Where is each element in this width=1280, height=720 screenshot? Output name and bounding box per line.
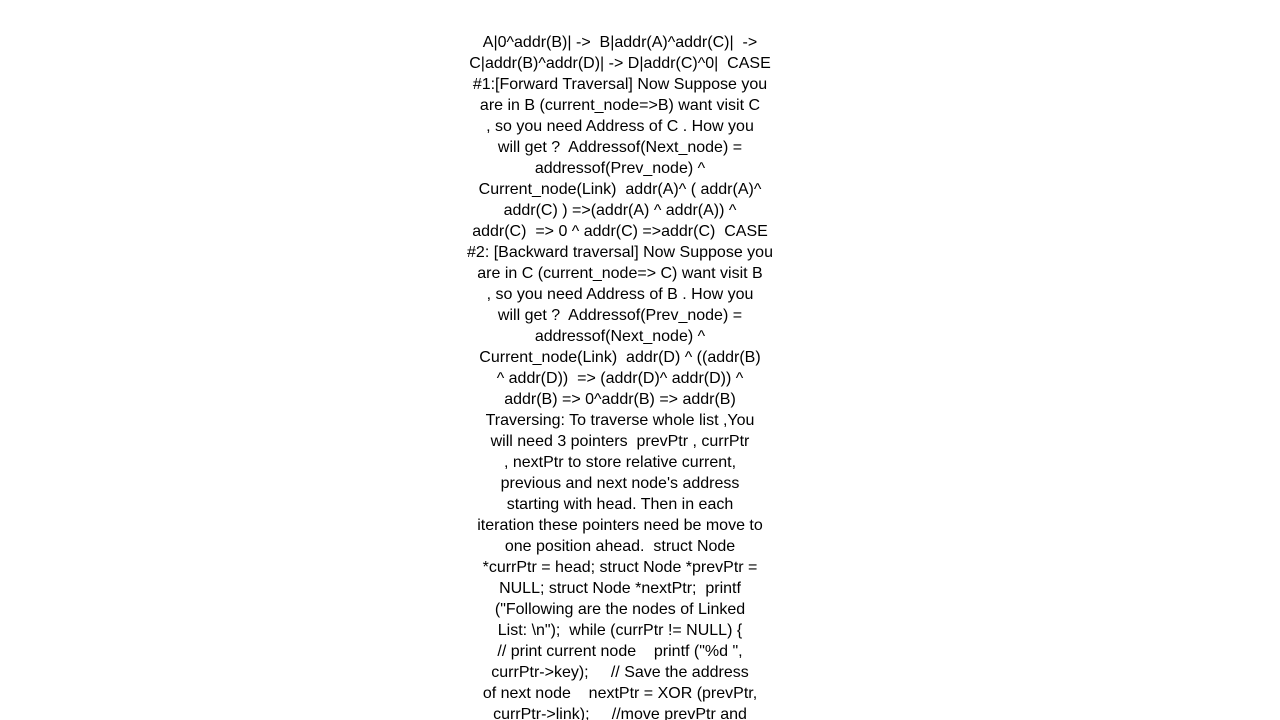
text-line: are in C (current_node=> C) want visit B xyxy=(477,265,763,282)
text-line: addr(C) ) =>(addr(A) ^ addr(A)) ^ xyxy=(503,202,737,219)
text-line: starting with head. Then in each xyxy=(506,496,734,513)
text-line: , nextPtr to store relative current, xyxy=(503,454,737,471)
text-line: will get ? Addressof(Next_node) = xyxy=(497,139,743,156)
text-line: #1:[Forward Traversal] Now Suppose you xyxy=(472,76,768,93)
text-line: currPtr->link); //move prevPtr and xyxy=(493,706,747,720)
text-line: Current_node(Link) addr(D) ^ ((addr(B) xyxy=(479,349,761,366)
text-line: ^ addr(D)) => (addr(D)^ addr(D)) ^ xyxy=(496,370,744,387)
text-line: previous and next node's address xyxy=(500,475,740,492)
text-line: of next node nextPtr = XOR (prevPtr, xyxy=(482,685,758,702)
text-line: NULL; struct Node *nextPtr; printf xyxy=(499,580,741,597)
text-line: , so you need Address of C . How you xyxy=(486,118,754,135)
text-line: List: \n"); while (currPtr != NULL) { xyxy=(497,622,743,639)
text-line: , so you need Address of B . How you xyxy=(486,286,754,303)
text-line: one position ahead. struct Node xyxy=(504,538,736,555)
text-column: A|0^addr(B)| -> B|addr(A)^addr(C)| -> C|a… xyxy=(448,0,792,720)
text-line: #2: [Backward traversal] Now Suppose you xyxy=(467,244,773,261)
article-body-text: A|0^addr(B)| -> B|addr(A)^addr(C)| -> C|a… xyxy=(448,32,792,720)
text-line: ("Following are the nodes of Linked xyxy=(494,601,746,618)
text-line: Current_node(Link) addr(A)^ ( addr(A)^ xyxy=(478,181,762,198)
text-line: *currPtr = head; struct Node *prevPtr = xyxy=(482,559,758,576)
text-line: addressof(Next_node) ^ xyxy=(534,328,706,345)
text-line: C|addr(B)^addr(D)| -> D|addr(C)^0| CASE xyxy=(469,55,771,72)
text-line: iteration these pointers need be move to xyxy=(477,517,763,534)
text-line: are in B (current_node=>B) want visit C xyxy=(479,97,761,114)
text-viewport: A|0^addr(B)| -> B|addr(A)^addr(C)| -> C|a… xyxy=(0,0,1280,720)
text-line: addr(C) => 0 ^ addr(C) =>addr(C) CASE xyxy=(472,223,768,240)
text-line: addr(B) => 0^addr(B) => addr(B) xyxy=(504,391,736,408)
text-line: A|0^addr(B)| -> B|addr(A)^addr(C)| -> xyxy=(482,34,758,51)
text-line: // print current node printf ("%d ", xyxy=(497,643,743,660)
text-line: will get ? Addressof(Prev_node) = xyxy=(497,307,743,324)
text-line: will need 3 pointers prevPtr , currPtr xyxy=(490,433,750,450)
text-line: addressof(Prev_node) ^ xyxy=(534,160,706,177)
text-line: currPtr->key); // Save the address xyxy=(491,664,749,681)
text-line: Traversing: To traverse whole list ,You xyxy=(485,412,755,429)
